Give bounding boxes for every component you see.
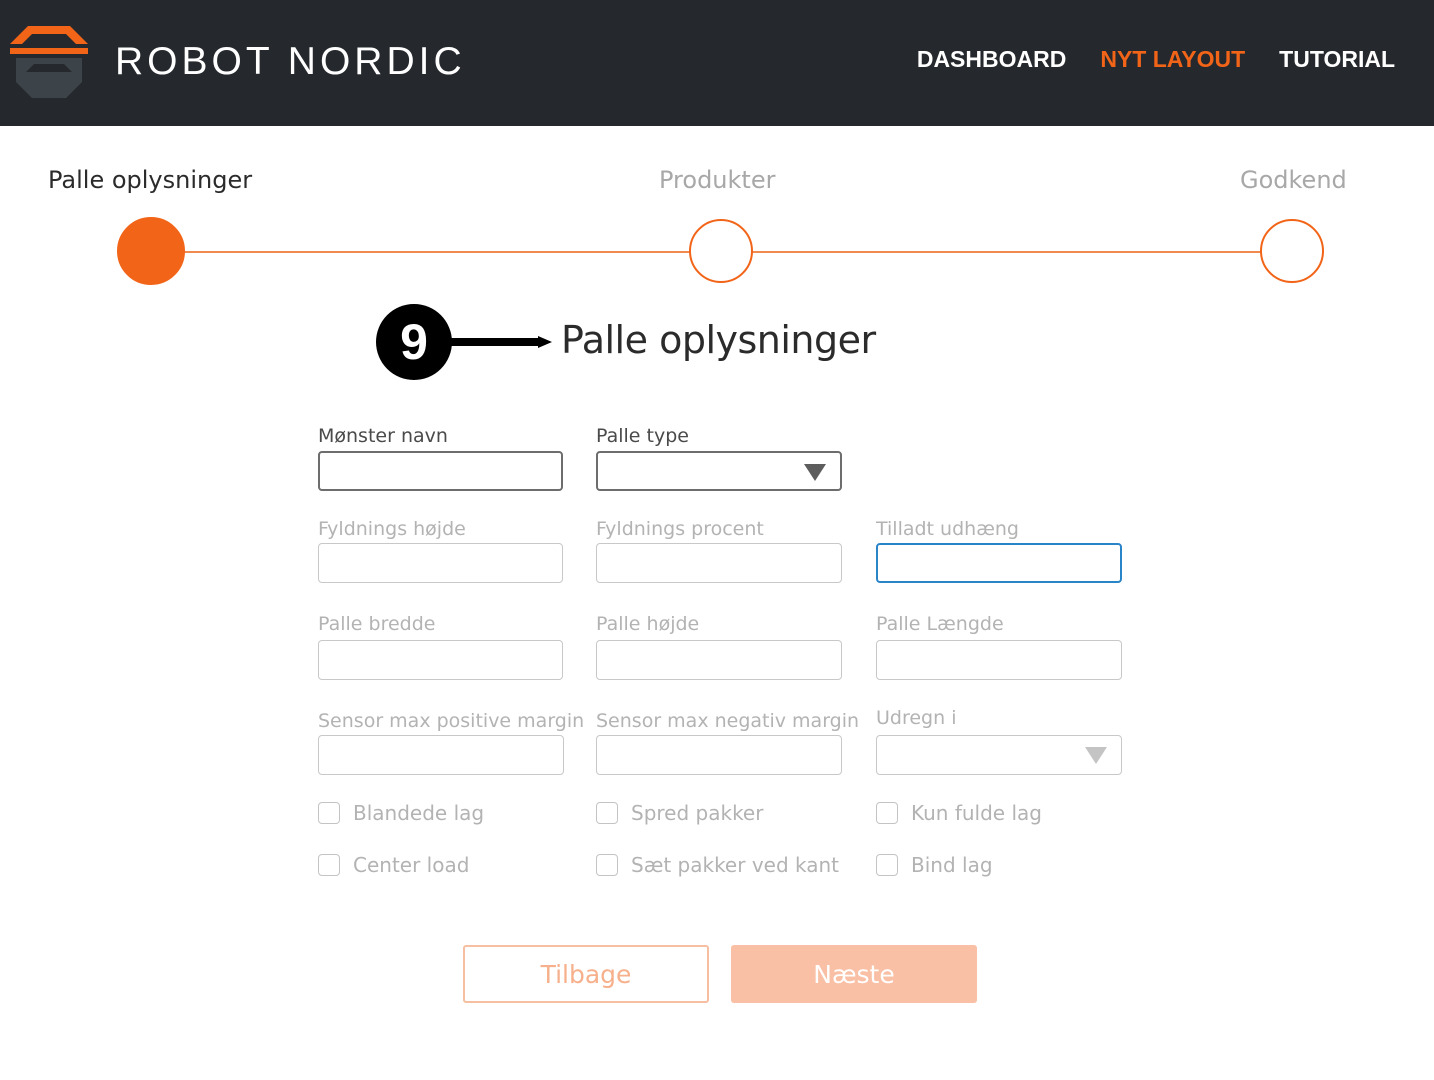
main-nav: DASHBOARD NYT LAYOUT TUTORIAL bbox=[917, 46, 1395, 73]
checkbox-box[interactable] bbox=[876, 802, 898, 824]
checkbox-mixed-layers[interactable]: Blandede lag bbox=[318, 801, 484, 825]
pallet-width-input[interactable] bbox=[318, 640, 563, 680]
checkbox-label: Center load bbox=[353, 853, 470, 877]
pallet-height-label: Palle højde bbox=[596, 613, 700, 635]
step-connector bbox=[180, 251, 692, 253]
step-connector bbox=[750, 251, 1262, 253]
checkbox-full-layers-only[interactable]: Kun fulde lag bbox=[876, 801, 1042, 825]
checkbox-packages-at-edge[interactable]: Sæt pakker ved kant bbox=[596, 853, 839, 877]
pallet-length-input[interactable] bbox=[876, 640, 1122, 680]
sensor-negative-margin-label: Sensor max negativ margin bbox=[596, 710, 860, 732]
pallet-height-input[interactable] bbox=[596, 640, 842, 680]
pallet-type-label: Palle type bbox=[596, 425, 689, 447]
back-button[interactable]: Tilbage bbox=[463, 945, 709, 1003]
fill-height-label: Fyldnings højde bbox=[318, 518, 466, 540]
allowed-overhang-label: Tilladt udhæng bbox=[876, 518, 1019, 540]
checkbox-label: Spred pakker bbox=[631, 801, 764, 825]
page-title: Palle oplysninger bbox=[561, 318, 876, 362]
dropdown-caret-icon bbox=[804, 464, 826, 481]
step-2-indicator[interactable] bbox=[689, 219, 753, 283]
checkbox-box[interactable] bbox=[596, 854, 618, 876]
checkbox-box[interactable] bbox=[318, 802, 340, 824]
checkbox-box[interactable] bbox=[596, 802, 618, 824]
step-1-indicator[interactable] bbox=[117, 217, 185, 285]
checkbox-bind-layers[interactable]: Bind lag bbox=[876, 853, 993, 877]
checkbox-center-load[interactable]: Center load bbox=[318, 853, 469, 877]
sensor-positive-margin-input[interactable] bbox=[318, 735, 564, 775]
pattern-name-label: Mønster navn bbox=[318, 425, 448, 447]
sensor-positive-margin-label: Sensor max positive margin bbox=[318, 710, 585, 732]
nav-tutorial[interactable]: TUTORIAL bbox=[1279, 46, 1395, 73]
top-navbar: ROBOT NORDIC DASHBOARD NYT LAYOUT TUTORI… bbox=[0, 0, 1434, 126]
step-3-indicator[interactable] bbox=[1260, 219, 1324, 283]
pallet-width-label: Palle bredde bbox=[318, 613, 436, 635]
checkbox-label: Kun fulde lag bbox=[911, 801, 1042, 825]
dropdown-caret-icon bbox=[1085, 747, 1107, 764]
pallet-length-label: Palle Længde bbox=[876, 613, 1004, 635]
calc-in-label: Udregn i bbox=[876, 707, 957, 729]
step-label-produkter: Produkter bbox=[659, 166, 776, 194]
checkbox-spread-packages[interactable]: Spred pakker bbox=[596, 801, 763, 825]
pallet-type-select[interactable] bbox=[596, 451, 842, 491]
checkbox-label: Sæt pakker ved kant bbox=[631, 853, 840, 877]
allowed-overhang-input[interactable] bbox=[876, 543, 1122, 583]
checkbox-box[interactable] bbox=[876, 854, 898, 876]
step-label-godkend: Godkend bbox=[1240, 166, 1347, 194]
fill-height-input[interactable] bbox=[318, 543, 563, 583]
pattern-name-input[interactable] bbox=[318, 451, 563, 491]
robot-nordic-logo-icon[interactable] bbox=[10, 24, 88, 100]
fill-percent-label: Fyldnings procent bbox=[596, 518, 764, 540]
annotation-pointer-line bbox=[440, 336, 552, 348]
nav-nyt-layout[interactable]: NYT LAYOUT bbox=[1100, 46, 1245, 73]
step-label-palle-oplysninger: Palle oplysninger bbox=[48, 166, 253, 194]
calc-in-select[interactable] bbox=[876, 735, 1122, 775]
nav-dashboard[interactable]: DASHBOARD bbox=[917, 46, 1067, 73]
brand-name[interactable]: ROBOT NORDIC bbox=[115, 40, 466, 84]
checkbox-label: Bind lag bbox=[911, 853, 993, 877]
sensor-negative-margin-input[interactable] bbox=[596, 735, 842, 775]
next-button[interactable]: Næste bbox=[731, 945, 977, 1003]
checkbox-label: Blandede lag bbox=[353, 801, 485, 825]
fill-percent-input[interactable] bbox=[596, 543, 842, 583]
checkbox-box[interactable] bbox=[318, 854, 340, 876]
